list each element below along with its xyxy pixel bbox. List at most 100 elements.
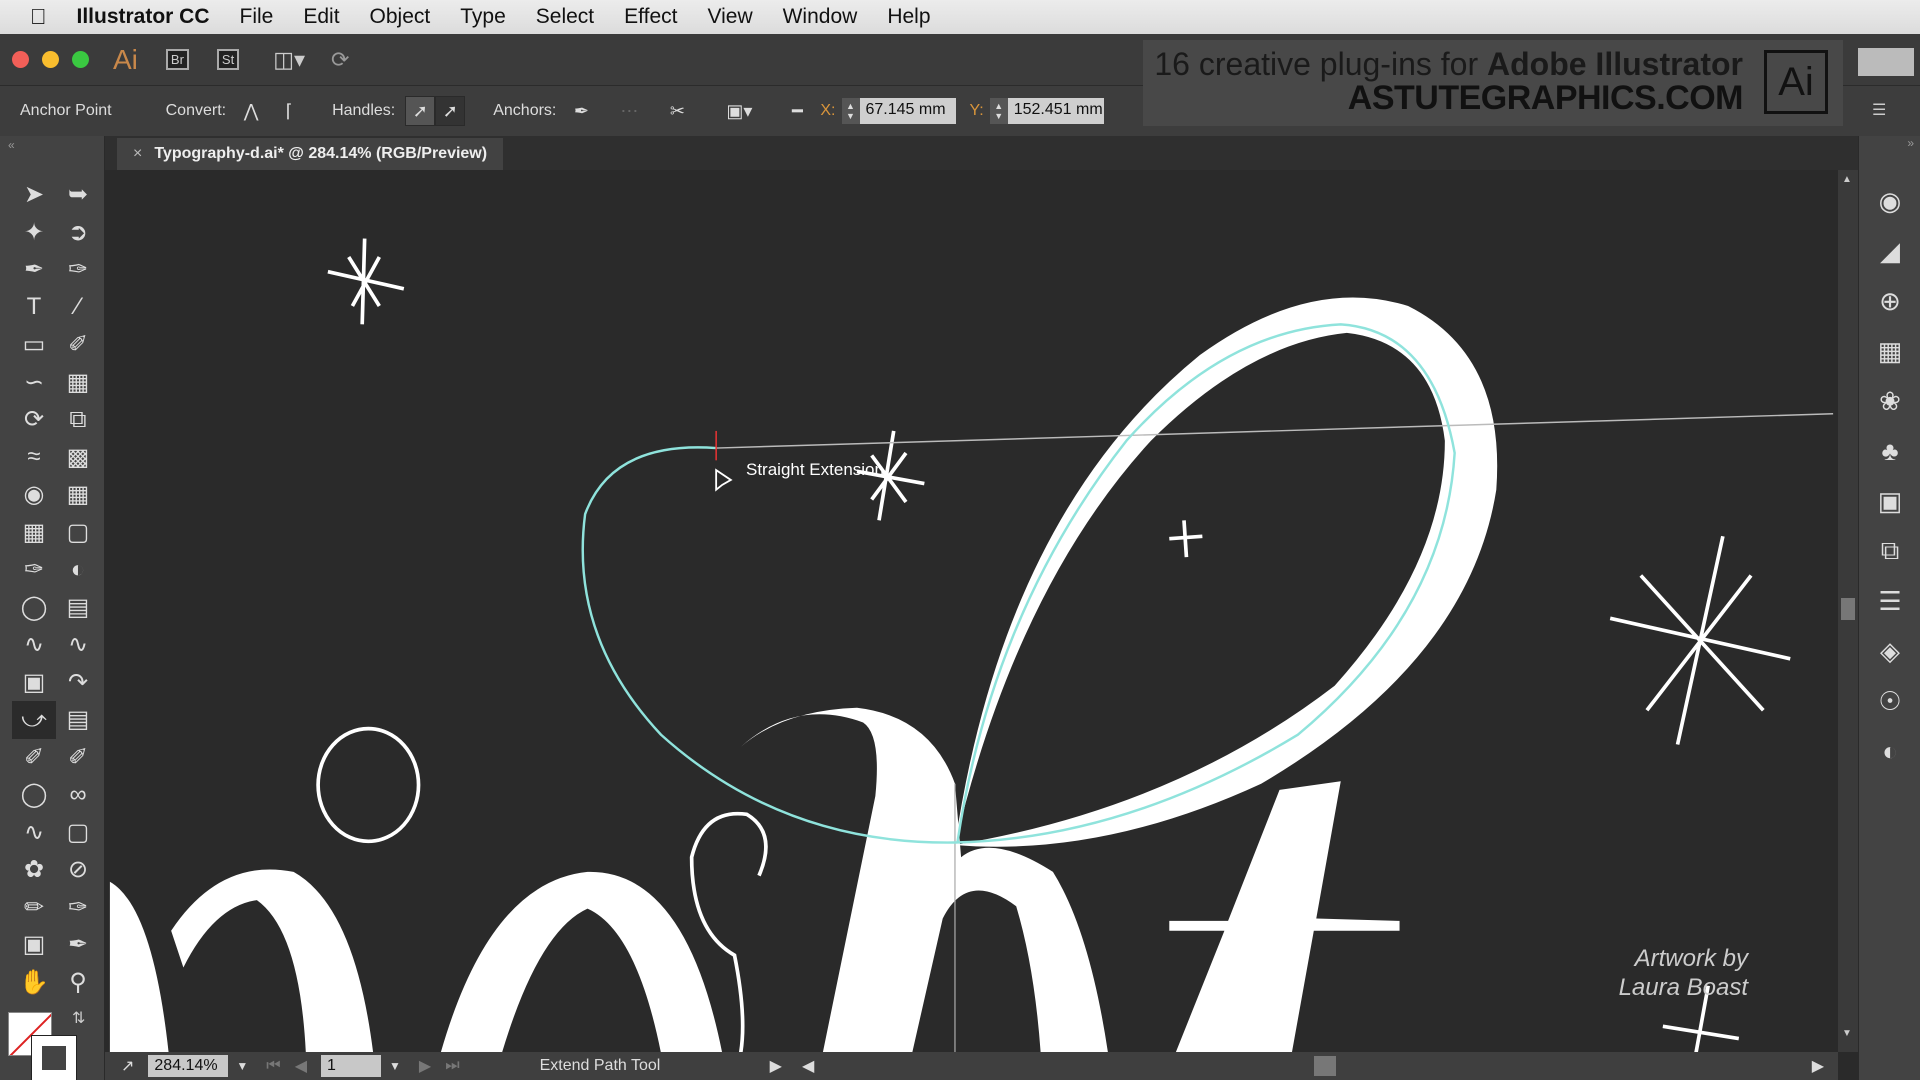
paintbrush-tool-icon[interactable]: ✐ (56, 326, 100, 364)
perspective-grid-tool-icon[interactable]: ▦ (56, 476, 100, 514)
x-field[interactable]: 67.145 mm (859, 98, 956, 124)
swap-fill-stroke-icon[interactable]: ⇅ (72, 1008, 85, 1028)
menu-app[interactable]: Illustrator CC (77, 5, 210, 29)
last-artboard-icon[interactable]: ⏭ (445, 1057, 459, 1075)
stock-button[interactable]: St (216, 49, 240, 70)
vertical-scrollbar[interactable]: ▲ ▼ (1838, 170, 1858, 1052)
next-artboard-icon[interactable]: ▶ (419, 1056, 431, 1076)
menu-edit[interactable]: Edit (303, 5, 339, 29)
horizontal-scrollbar[interactable] (824, 1056, 1801, 1076)
pencil-tool-icon[interactable]: ✏ (12, 889, 56, 927)
type-tool-icon[interactable]: T (12, 289, 56, 327)
astute-tool-10-icon[interactable]: ▢ (56, 814, 100, 852)
status-menu-icon[interactable]: ▶ (770, 1056, 782, 1076)
line-tool-icon[interactable]: ∕ (56, 289, 100, 327)
cut-path-icon[interactable]: ✂ (662, 96, 692, 126)
astute-tool-2-icon[interactable]: ∿ (56, 626, 100, 664)
connect-anchors-icon[interactable]: ⋯ (614, 96, 644, 126)
hand-tool-icon[interactable]: ✋ (12, 964, 56, 1002)
astute-tool-7-icon[interactable]: ◯ (12, 776, 56, 814)
collapse-panel-icon[interactable]: « (8, 138, 15, 152)
menu-view[interactable]: View (707, 5, 752, 29)
transparency-panel-icon[interactable]: ⧉ (1859, 526, 1920, 576)
scale-tool-icon[interactable]: ⧉ (56, 401, 100, 439)
y-field[interactable]: 152.451 mm (1007, 98, 1104, 124)
shaper-tool-icon[interactable]: ∽ (12, 364, 56, 402)
workspace-layout-icon[interactable]: ◫▾ (273, 47, 305, 73)
rotate-tool-icon[interactable]: ⟳ (12, 401, 56, 439)
horizontal-scroll-thumb[interactable] (1314, 1056, 1337, 1076)
menu-help[interactable]: Help (887, 5, 930, 29)
astute-tool-4-icon[interactable]: ↷ (56, 664, 100, 702)
zoom-field[interactable]: 284.14% (148, 1055, 229, 1077)
scroll-right-icon[interactable]: ▶ (1812, 1056, 1824, 1076)
menu-select[interactable]: Select (536, 5, 594, 29)
column-graph-tool-icon[interactable]: ▤ (56, 589, 100, 627)
export-icon[interactable]: ↗ (121, 1056, 134, 1076)
slice-tool-icon[interactable]: ✒ (56, 926, 100, 964)
width-tool-icon[interactable]: ≈ (12, 439, 56, 477)
astute-graphics-banner[interactable]: 16 creative plug-ins for Adobe Illustrat… (1143, 40, 1843, 126)
menu-type[interactable]: Type (460, 5, 506, 29)
menu-object[interactable]: Object (370, 5, 431, 29)
astute-tool-8-icon[interactable]: ∞ (56, 776, 100, 814)
selection-tool-icon[interactable]: ➤ (12, 176, 56, 214)
vertical-scroll-thumb[interactable] (1841, 598, 1855, 620)
remove-anchor-icon[interactable]: ✒ (566, 96, 596, 126)
document-tab[interactable]: × Typography-d.ai* @ 284.14% (RGB/Previe… (117, 138, 504, 170)
astute-tool-6-icon[interactable]: ✐ (56, 739, 100, 777)
scroll-up-icon[interactable]: ▲ (1842, 174, 1852, 185)
graphic-styles-panel-icon[interactable]: ◐ (1859, 726, 1920, 776)
astute-tool-3-icon[interactable]: ▣ (12, 664, 56, 702)
astute-tool-9-icon[interactable]: ∿ (12, 814, 56, 852)
close-tab-icon[interactable]: × (133, 145, 142, 163)
symbol-sprayer-tool-icon[interactable]: ◯ (12, 589, 56, 627)
isolate-icon[interactable]: ▣▾ (724, 96, 754, 126)
artboard-dropdown-icon[interactable]: ▼ (389, 1059, 401, 1073)
brush-tool-icon[interactable]: ✑ (56, 889, 100, 927)
convert-to-corner-icon[interactable]: ⋀ (236, 96, 266, 126)
color-panel-icon[interactable]: ◉ (1859, 176, 1920, 226)
gradient-tool-icon[interactable]: ▢ (56, 514, 100, 552)
mesh-tool-icon[interactable]: ▦ (12, 514, 56, 552)
stroke-swatch[interactable] (31, 1035, 77, 1080)
color-guide-panel-icon[interactable]: ◢ (1859, 226, 1920, 276)
shape-builder-tool-icon[interactable]: ◉ (12, 476, 56, 514)
swatches-panel-icon[interactable]: ▦ (1859, 326, 1920, 376)
astute-tool-5-icon[interactable]: ✐ (12, 739, 56, 777)
convert-to-smooth-icon[interactable]: ⌈ (274, 96, 304, 126)
astute-tool-1-icon[interactable]: ∿ (12, 626, 56, 664)
eyedropper-tool-icon[interactable]: ✑ (12, 551, 56, 589)
minimize-window-button[interactable] (42, 51, 59, 68)
appearance-panel-icon[interactable]: ☉ (1859, 676, 1920, 726)
brushes-panel-icon[interactable]: ❀ (1859, 376, 1920, 426)
astute-panel-icon[interactable]: ⊕ (1859, 276, 1920, 326)
stroke-panel-icon[interactable]: ☰ (1859, 576, 1920, 626)
bridge-button[interactable]: Br (165, 49, 189, 70)
collapse-dock-icon[interactable]: » (1859, 136, 1920, 156)
panel-toggle-button[interactable] (1858, 48, 1914, 76)
zoom-dropdown-icon[interactable]: ▼ (236, 1059, 248, 1073)
current-tool-status[interactable]: Extend Path Tool (540, 1057, 760, 1075)
y-stepper[interactable]: ▲ ▼ (989, 98, 1008, 124)
hide-handles-icon[interactable]: ➚ (435, 96, 466, 126)
artboard-canvas[interactable]: Straight Extension Artwork by Laura Boast (105, 170, 1838, 1052)
x-stepper[interactable]: ▲ ▼ (841, 98, 860, 124)
layers-panel-icon[interactable]: ◈ (1859, 626, 1920, 676)
free-transform-tool-icon[interactable]: ▩ (56, 439, 100, 477)
pen-tool-icon[interactable]: ✒ (12, 251, 56, 289)
menu-window[interactable]: Window (783, 5, 858, 29)
menu-file[interactable]: File (240, 5, 274, 29)
zoom-tool-icon[interactable]: ⚲ (56, 964, 100, 1002)
scroll-left-icon[interactable]: ◀ (802, 1056, 814, 1076)
show-handles-icon[interactable]: ➚ (405, 96, 436, 126)
gradient-panel-icon[interactable]: ▣ (1859, 476, 1920, 526)
artboard-number-field[interactable]: 1 (321, 1055, 382, 1077)
menu-effect[interactable]: Effect (624, 5, 677, 29)
lasso-tool-icon[interactable]: ➲ (56, 214, 100, 252)
close-window-button[interactable] (12, 51, 29, 68)
astute-tool-11-icon[interactable]: ⊘ (56, 851, 100, 889)
gpu-performance-icon[interactable]: ⟳ (331, 47, 349, 73)
scroll-down-icon[interactable]: ▼ (1842, 1028, 1852, 1039)
control-menu-icon[interactable]: ☰ (1872, 100, 1886, 120)
